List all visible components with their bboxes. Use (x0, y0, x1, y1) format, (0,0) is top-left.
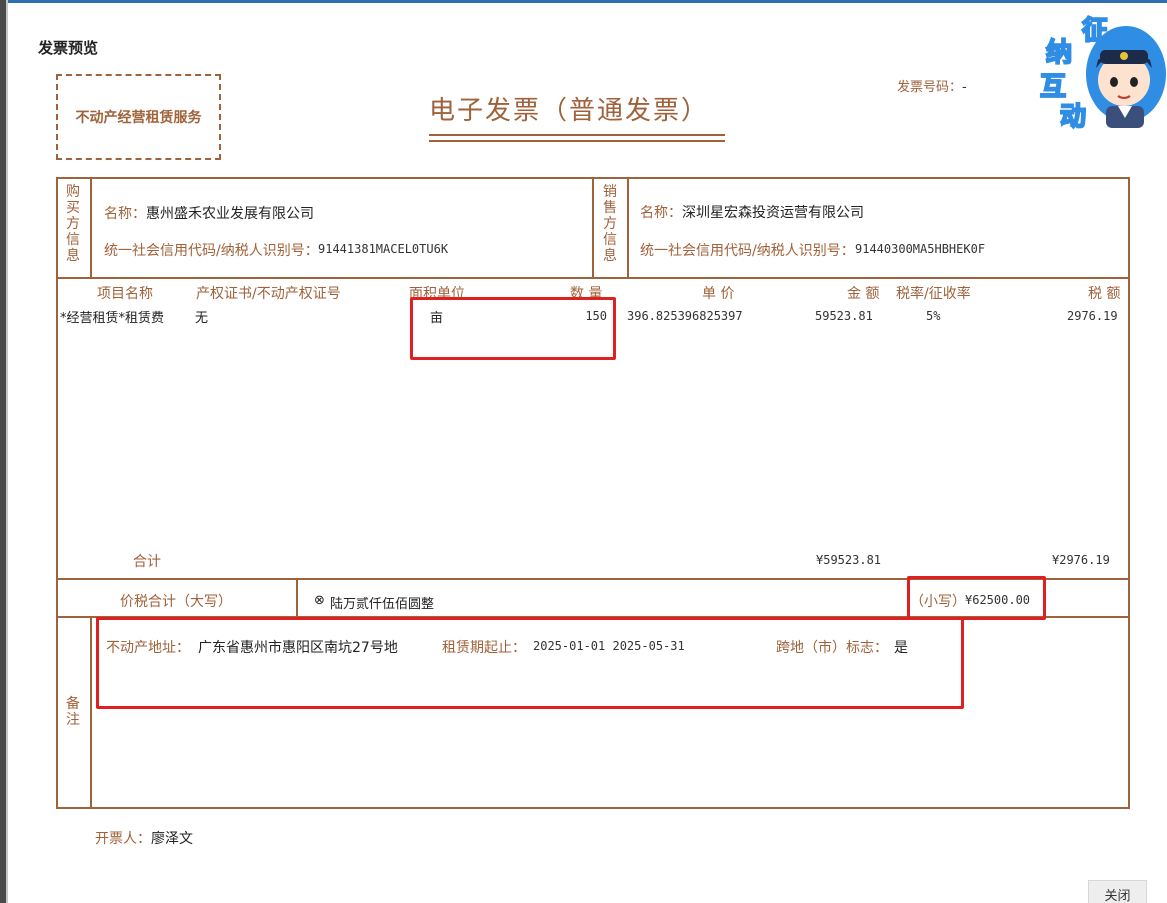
issuer-name: 廖泽文 (151, 831, 193, 847)
remarks-side-char: 注 (66, 712, 80, 728)
item-tax: 2976.19 (1067, 309, 1118, 323)
invoice-number-value: - (962, 80, 967, 95)
buyer-name: 惠州盛禾农业发展有限公司 (146, 206, 314, 222)
seller-side-char: 信 (603, 232, 617, 248)
invoice-number: 发票号码：- (897, 76, 967, 95)
badge-char-2: 纳 (1045, 37, 1073, 69)
buyer-label-divider (90, 177, 92, 278)
total-label: 合计 (133, 554, 161, 570)
buyer-tax-id: 91441381MACEL0TU6K (318, 242, 449, 256)
grand-total-words: 陆万贰仟伍佰圆整 (330, 597, 435, 612)
total-tax: ¥2976.19 (1052, 553, 1110, 567)
item-amount: 59523.81 (815, 309, 873, 323)
badge-char-1: 征 (1081, 15, 1109, 47)
seller-tax-label: 统一社会信用代码/纳税人识别号： (640, 243, 855, 259)
item-rate: 5% (926, 309, 941, 323)
col-unit-price: 单 价 (702, 286, 735, 302)
invoice-title: 电子发票（普通发票） (429, 96, 710, 126)
total-amount: ¥59523.81 (816, 553, 882, 567)
party-middle-divider (592, 177, 594, 278)
highlight-small-total (907, 576, 1046, 620)
buyer-side-char: 买 (66, 200, 80, 216)
col-tax-rate: 税率/征收率 (896, 286, 971, 302)
col-cert-no: 产权证书/不动产权证号 (196, 286, 341, 302)
item-price: 396.825396825397 (627, 309, 743, 323)
buyer-name-label: 名称： (104, 206, 146, 222)
item-name: *经营租赁*租赁费 (60, 311, 165, 326)
badge-char-4: 动 (1059, 101, 1087, 133)
dialog-title: 发票预览 (38, 39, 99, 57)
seller-name: 深圳星宏森投资运营有限公司 (682, 205, 864, 221)
buyer-side-label: 购 买 方 信 息 (63, 184, 83, 264)
title-underline-2 (429, 140, 725, 142)
close-button[interactable]: 关闭 (1088, 880, 1147, 903)
col-amount: 金 额 (847, 286, 880, 302)
remarks-side-label: 备 注 (63, 696, 83, 728)
seller-side-char: 息 (603, 248, 617, 264)
title-underline (429, 134, 725, 136)
seller-side-label: 销 售 方 信 息 (600, 184, 620, 264)
remarks-side-char: 备 (66, 696, 80, 712)
seller-side-char: 方 (603, 216, 617, 232)
buyer-side-char: 息 (66, 248, 80, 264)
buyer-tax-label: 统一社会信用代码/纳税人识别号： (104, 243, 319, 259)
highlight-unit-qty (410, 297, 616, 360)
window-top-edge (0, 0, 1167, 3)
interaction-badge[interactable]: 征 纳 互 动 (1038, 10, 1166, 134)
seller-name-label: 名称： (640, 205, 682, 221)
col-tax-amount: 税 额 (1088, 286, 1121, 302)
seller-side-char: 销 (603, 184, 617, 200)
col-item-name: 项目名称 (97, 286, 153, 302)
cross-circle-icon: ⊗ (314, 593, 325, 608)
invoice-type-stamp: 不动产经营租赁服务 (56, 74, 221, 160)
remarks-label-divider (90, 616, 92, 808)
buyer-side-char: 购 (66, 184, 80, 200)
seller-side-char: 售 (603, 200, 617, 216)
background-edge-shadow (6, 0, 8, 903)
buyer-side-char: 信 (66, 232, 80, 248)
buyer-side-char: 方 (66, 216, 80, 232)
invoice-number-label: 发票号码： (897, 80, 963, 95)
highlight-remarks (96, 617, 964, 709)
issuer-label: 开票人： (95, 831, 151, 847)
seller-label-divider (627, 177, 629, 278)
total-words-divider (296, 578, 298, 617)
grand-total-label: 价税合计（大写） (120, 594, 232, 610)
item-cert: 无 (195, 311, 209, 326)
seller-tax-id: 91440300MA5HBHEK0F (855, 242, 986, 256)
